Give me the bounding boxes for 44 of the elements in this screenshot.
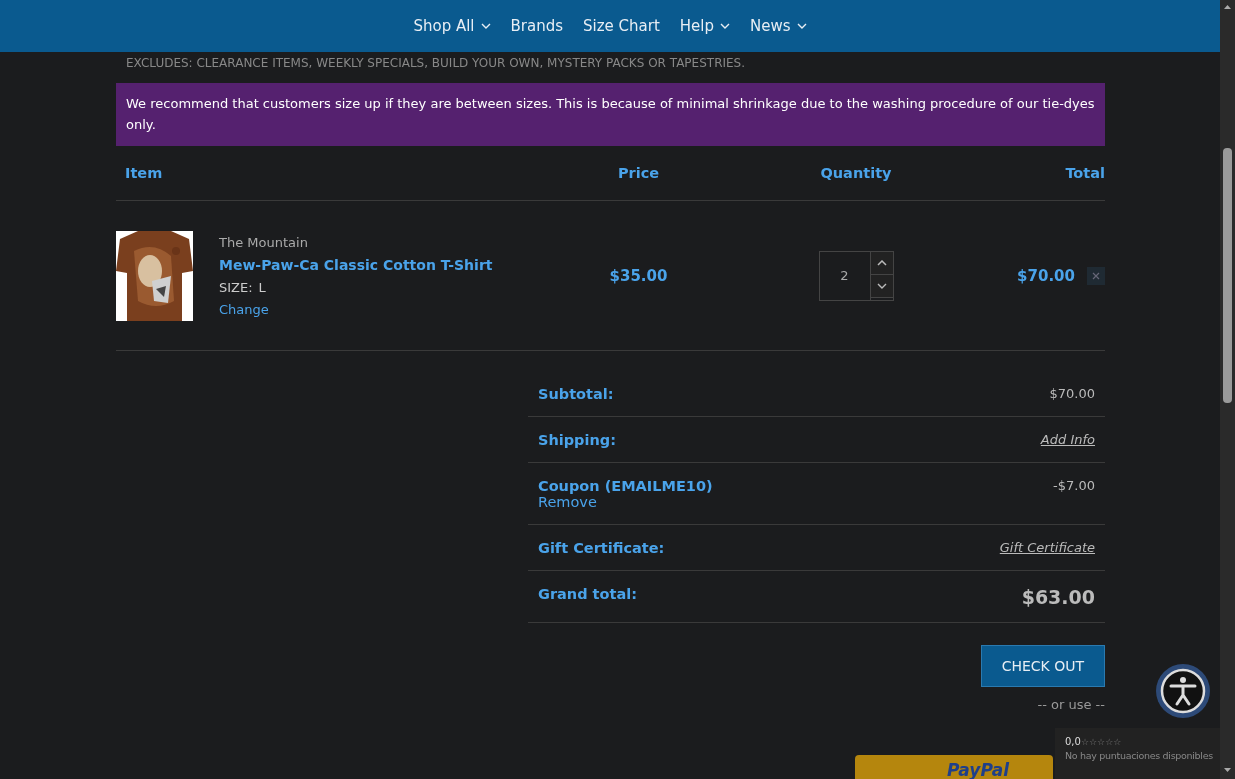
column-header: Item (124, 165, 164, 181)
grand-total: $63.00 (1021, 586, 1095, 608)
nav-link[interactable]: Shop All (413, 17, 491, 35)
or-use-text: -- or use -- (1037, 697, 1105, 712)
star-icon: ☆ (1080, 736, 1089, 747)
option-value: L (258, 279, 266, 295)
line-total: $70.00 (1017, 266, 1075, 285)
column-header: Total (1064, 165, 1105, 181)
increase-button[interactable] (870, 251, 893, 275)
product-link[interactable]: Mew-Paw-Ca Classic Cotton T-Shirt (219, 256, 493, 273)
close-icon (1092, 271, 1100, 280)
nav-link[interactable]: Size Chart (583, 17, 660, 35)
nav-link[interactable]: News (750, 17, 807, 35)
quantity-stepper[interactable]: 2 (818, 250, 894, 301)
change-link[interactable]: Change (219, 301, 493, 317)
chevron-up-icon (876, 259, 887, 266)
totals-link[interactable]: Add Info (1040, 432, 1095, 447)
checkout-button[interactable]: CHECK OUT (980, 645, 1105, 687)
totals-link[interactable]: Gift Certificate (999, 540, 1095, 555)
totals-label: Coupon (EMAILME10) (538, 478, 713, 494)
nav-link[interactable]: Help (679, 17, 730, 35)
totals-value: $70.00 (1049, 386, 1095, 401)
totals-label: Gift Certificate: (538, 540, 665, 556)
totals-label: Grand total: (538, 586, 637, 602)
star-icon: ☆ (1105, 736, 1114, 747)
notice-text: EXCLUDES: CLEARANCE ITEMS, WEEKLY SPECIALS, BUILD YOUR OWN, MYSTERY PACKS OR TAPESTRIES. (125, 55, 747, 72)
totals-value: -$7.00 (1053, 478, 1095, 493)
nav-link[interactable]: Brands (510, 17, 564, 35)
rating-score: 0,0 (1065, 736, 1081, 747)
unit-price: $35.00 (608, 266, 669, 285)
column-header: Quantity (819, 165, 893, 181)
chevron-down-icon (876, 282, 887, 289)
remove-coupon-link[interactable]: Remove (538, 494, 713, 510)
remove-button[interactable] (1087, 266, 1105, 285)
column-header: Price (616, 165, 661, 181)
size-notice-banner: We recommend that customers size up if they are between sizes. This is because of minimal shrinkage due to the washing procedure of our tie-dyes only. (116, 83, 1105, 146)
star-icon: ☆ (1089, 736, 1098, 747)
star-icon: ☆ (1113, 736, 1122, 747)
totals-label: Shipping: (538, 432, 616, 448)
star-icon: ☆ (1097, 736, 1106, 747)
totals-label: Subtotal: (538, 386, 614, 402)
brand-name: The Mountain (219, 234, 309, 250)
option-label: SIZE: (219, 279, 253, 295)
accessibility-icon[interactable] (1156, 664, 1210, 718)
